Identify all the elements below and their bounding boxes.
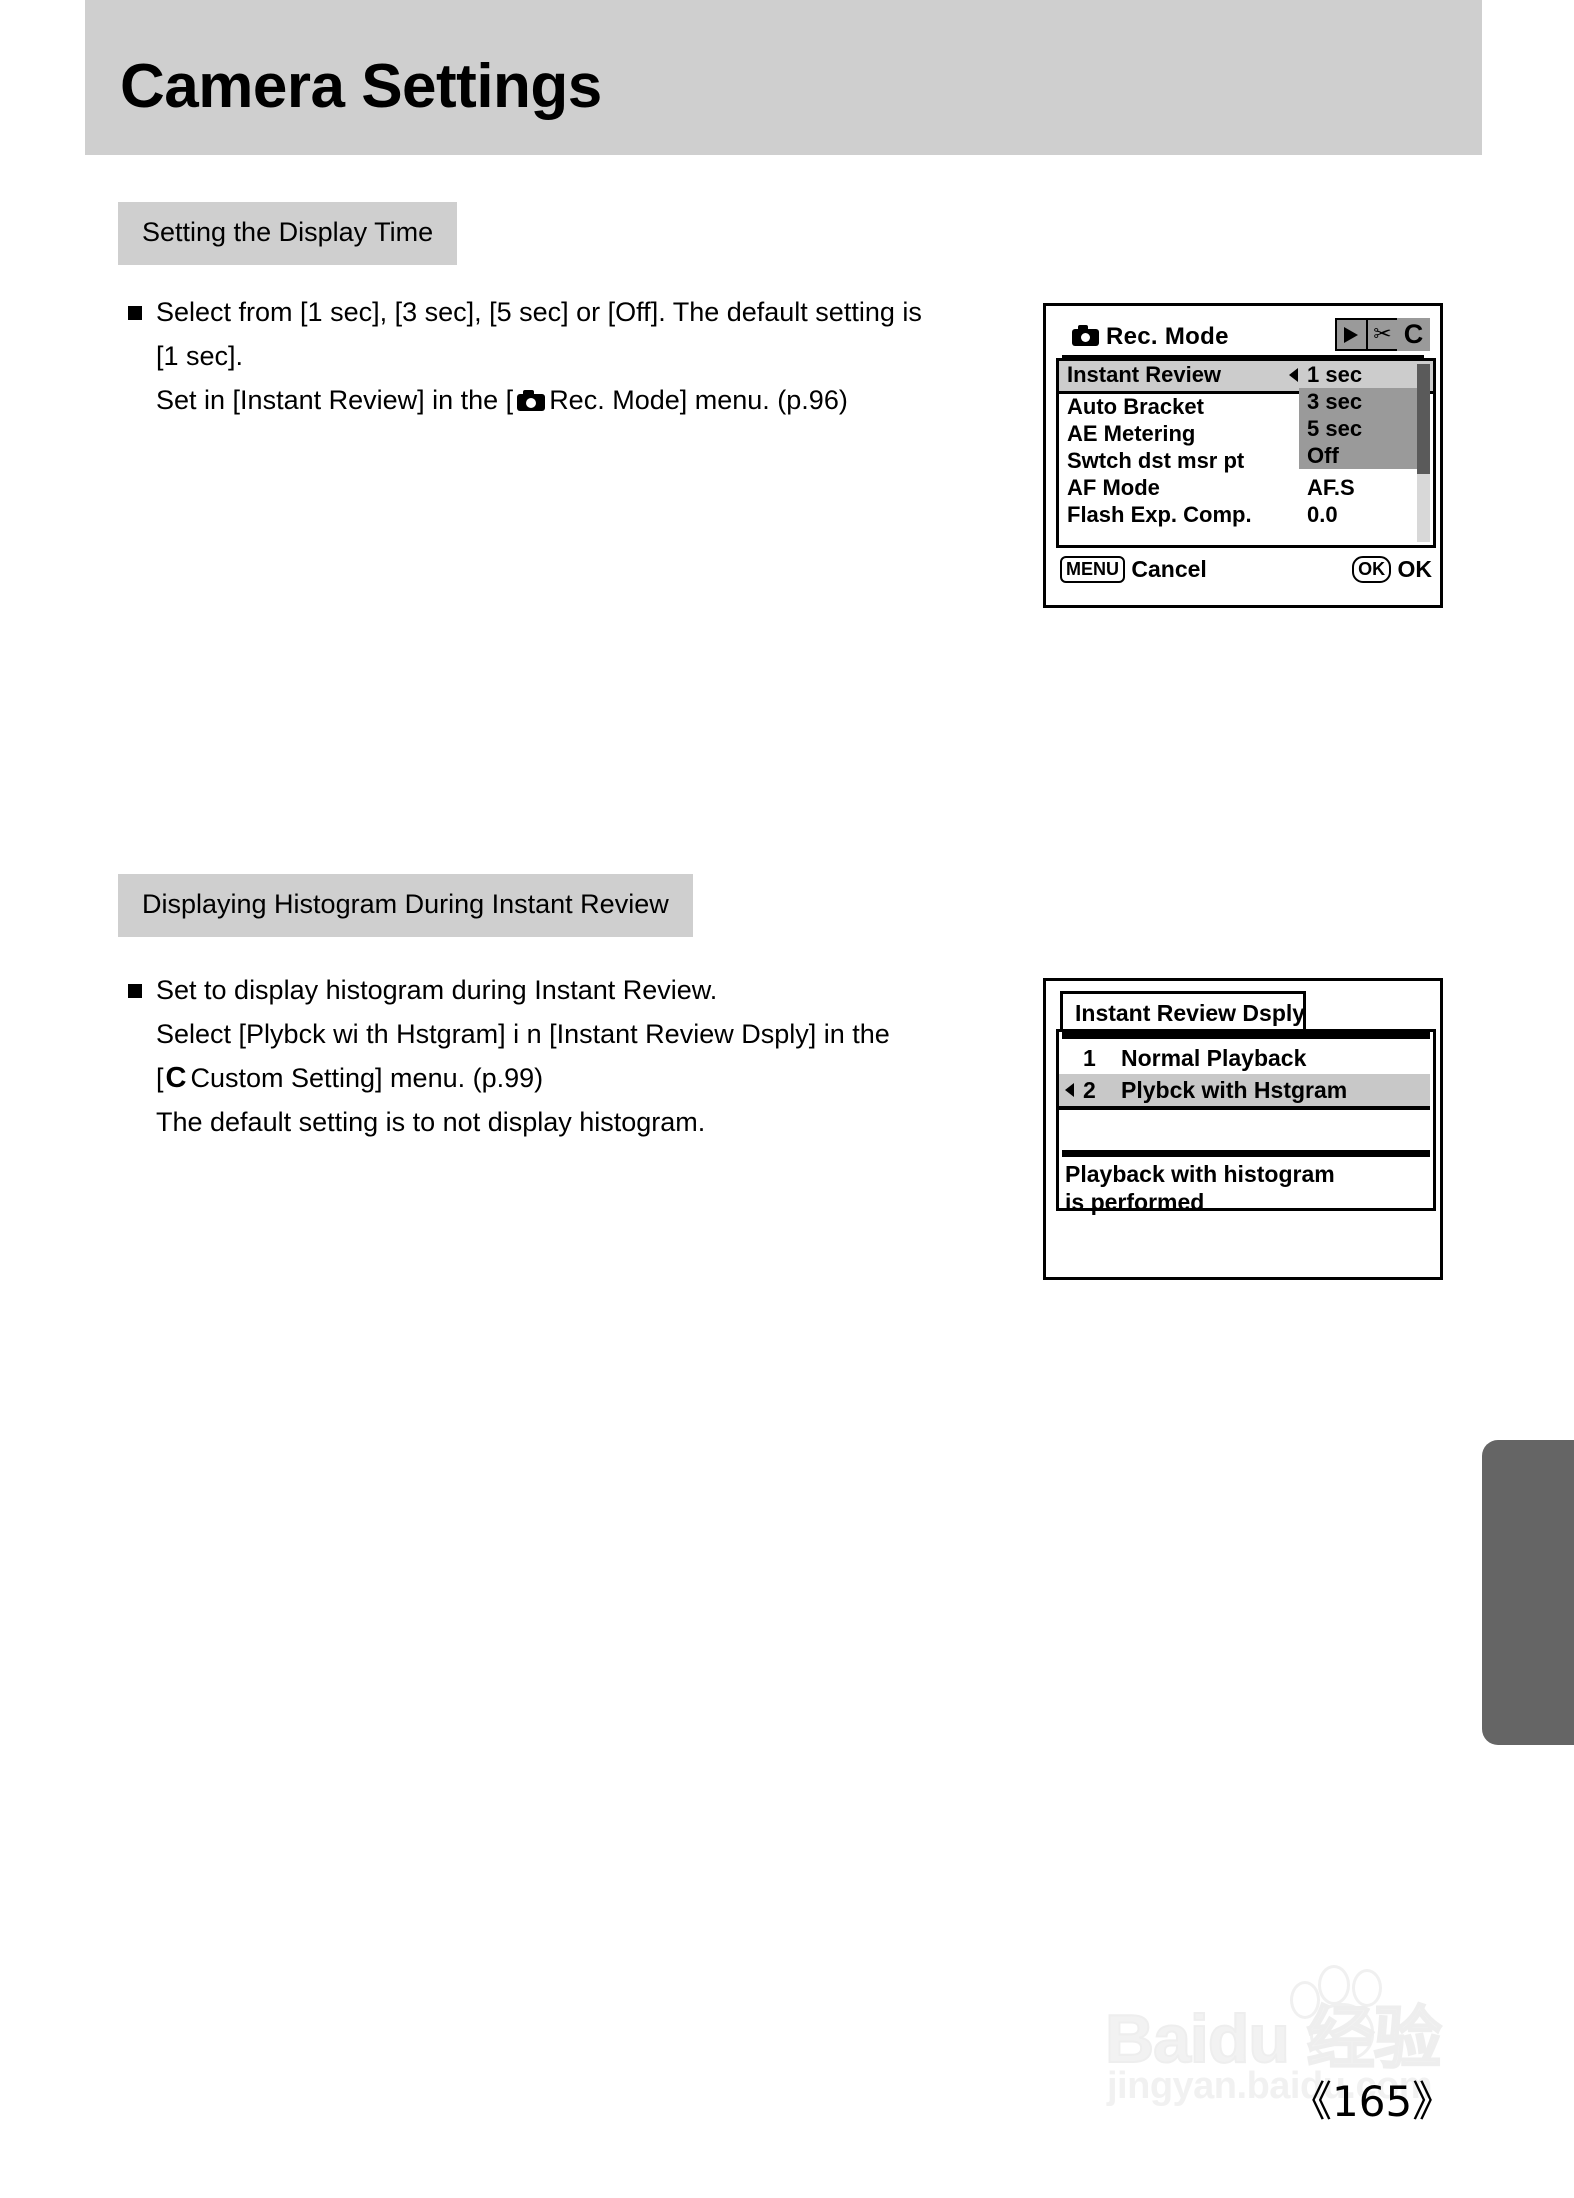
body-line: Select [Plybck wi th Hstgram] i n [Insta… <box>156 1019 890 1049</box>
rec-mode-option-list: Instant Review Auto Bracket AE Metering … <box>1056 358 1436 548</box>
ok-button[interactable]: OK OK <box>1352 556 1432 583</box>
bullet-square-icon <box>128 984 142 998</box>
chapter-edge-tab <box>1482 1440 1574 1745</box>
instant-review-dropdown[interactable]: 1 sec 3 sec 5 sec Off <box>1299 361 1417 469</box>
menu-row-label: AE Metering <box>1067 421 1196 446</box>
option-label: Normal Playback <box>1121 1045 1307 1071</box>
body-line: Set to display histogram during Instant … <box>156 975 718 1005</box>
dropdown-option-off[interactable]: Off <box>1299 442 1417 469</box>
instant-review-dsply-panel: 1 Normal Playback 2 Plybck with Hstgram … <box>1056 1029 1436 1215</box>
menu-row-label: Swtch dst msr pt <box>1067 448 1245 473</box>
section-heading-display-time: Setting the Display Time <box>118 202 458 265</box>
cancel-label: Cancel <box>1131 556 1207 582</box>
rec-mode-footer: MENU Cancel OK OK <box>1056 554 1436 588</box>
ok-key-badge: OK <box>1352 556 1392 583</box>
rec-mode-title: Rec. Mode <box>1106 323 1229 350</box>
body-line-part: [ <box>156 1063 164 1093</box>
body-line-with-camera-icon: Set in [Instant Review] in the [ Rec. Mo… <box>156 378 988 422</box>
instant-review-dsply-title: Instant Review Dsply <box>1075 1000 1306 1026</box>
bullet-item: Select from [1 sec], [3 sec], [5 sec] or… <box>128 290 988 422</box>
custom-setting-c-icon[interactable]: C <box>1397 318 1430 351</box>
scrollbar[interactable] <box>1417 364 1430 542</box>
bullet-item: Set to display histogram during Instant … <box>128 968 1008 1144</box>
dropdown-option-3sec[interactable]: 3 sec <box>1299 388 1417 415</box>
divider <box>1062 1150 1430 1157</box>
menu-row-flash-exp-comp[interactable]: Flash Exp. Comp. 0.0 <box>1059 501 1433 528</box>
divider <box>1062 1032 1430 1039</box>
selection-arrow-icon <box>1065 1083 1074 1097</box>
section-heading-histogram: Displaying Histogram During Instant Revi… <box>118 874 693 937</box>
selection-arrow-icon <box>1289 368 1298 382</box>
menu-row-label: Flash Exp. Comp. <box>1067 502 1252 527</box>
menu-key-badge: MENU <box>1060 556 1125 583</box>
paw-icon <box>1280 1965 1390 2075</box>
bullet-square-icon <box>128 306 142 320</box>
cancel-button[interactable]: MENU Cancel <box>1060 556 1207 583</box>
menu-tab-icons: ✂ C <box>1335 318 1430 351</box>
section-body-display-time: Select from [1 sec], [3 sec], [5 sec] or… <box>128 290 988 422</box>
menu-row-label: AF Mode <box>1067 475 1160 500</box>
option-label: Plybck with Hstgram <box>1121 1077 1348 1103</box>
bullet-text: Select from [1 sec], [3 sec], [5 sec] or… <box>156 290 988 422</box>
instant-review-dsply-title-bar: Instant Review Dsply <box>1060 991 1306 1031</box>
body-line-part: Rec. Mode] menu. (p.96) <box>549 385 848 415</box>
option-normal-playback[interactable]: 1 Normal Playback <box>1059 1042 1430 1074</box>
menu-row-af-mode[interactable]: AF Mode AF.S <box>1059 474 1433 501</box>
wrench-icon[interactable]: ✂ <box>1366 318 1399 351</box>
description-line: is performed <box>1065 1189 1205 1215</box>
camera-icon <box>1072 325 1099 346</box>
ok-label: OK <box>1397 556 1433 582</box>
page-title: Camera Settings <box>120 52 602 121</box>
body-line: Select from [1 sec], [3 sec], [5 sec] or… <box>156 297 922 327</box>
option-number: 2 <box>1083 1077 1096 1103</box>
description-line: Playback with histogram <box>1065 1161 1335 1187</box>
body-line-with-c-icon: [C Custom Setting] menu. (p.99) <box>156 1056 1008 1100</box>
scrollbar-thumb[interactable] <box>1417 364 1430 475</box>
bullet-text: Set to display histogram during Instant … <box>156 968 1008 1144</box>
section-body-histogram: Set to display histogram during Instant … <box>128 968 1008 1144</box>
body-line-part: Custom Setting] menu. (p.99) <box>190 1063 544 1093</box>
camera-icon <box>517 390 546 411</box>
option-plybck-with-hstgram[interactable]: 2 Plybck with Hstgram <box>1059 1074 1430 1110</box>
menu-row-value: 0.0 <box>1307 502 1338 527</box>
dropdown-option-5sec[interactable]: 5 sec <box>1299 415 1417 442</box>
option-description: Playback with histogram is performed <box>1065 1160 1335 1216</box>
menu-row-label: Auto Bracket <box>1067 394 1204 419</box>
body-line-part: Set in [Instant Review] in the [ <box>156 385 514 415</box>
menu-row-value: AF.S <box>1307 475 1355 500</box>
playback-icon[interactable] <box>1335 318 1368 351</box>
menu-row-label: Instant Review <box>1067 362 1222 387</box>
body-line: [1 sec]. <box>156 341 244 371</box>
option-number: 1 <box>1083 1045 1096 1071</box>
body-line: The default setting is to not display hi… <box>156 1107 706 1137</box>
dropdown-option-1sec[interactable]: 1 sec <box>1299 361 1417 388</box>
lcd-screenshot-rec-mode: Rec. Mode ✂ C Instant Review Auto Bracke… <box>1043 303 1443 608</box>
page-number: 《165》 <box>1290 2077 1455 2126</box>
lcd-screenshot-instant-review-dsply: Instant Review Dsply 1 Normal Playback 2… <box>1043 978 1443 1280</box>
custom-setting-c-icon: C <box>165 1062 187 1094</box>
